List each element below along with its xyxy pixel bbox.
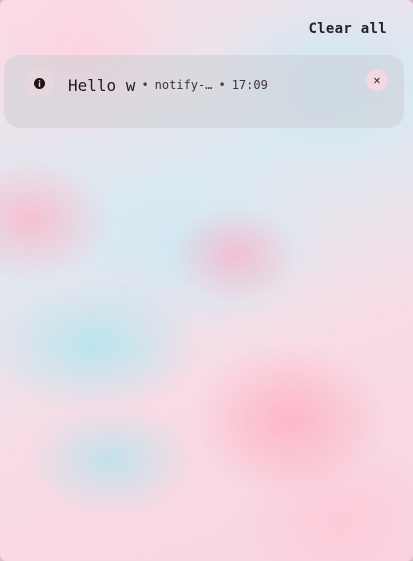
notification-summary: Hello w: [68, 75, 136, 95]
notification-panel: Clear all Hello w • notify-… • 17:09 ✕: [0, 0, 413, 561]
close-notification-button[interactable]: ✕: [366, 69, 388, 91]
notification-card[interactable]: Hello w • notify-… • 17:09 ✕: [4, 55, 404, 128]
clear-all-button[interactable]: Clear all: [308, 19, 387, 39]
separator-dot: •: [141, 78, 149, 92]
info-icon: [24, 68, 54, 98]
close-icon: ✕: [373, 73, 381, 87]
notification-time: 17:09: [231, 78, 268, 92]
separator-dot: •: [218, 78, 226, 92]
notification-line: Hello w • notify-… • 17:09: [68, 74, 268, 96]
notification-app-name: notify-…: [154, 78, 213, 92]
